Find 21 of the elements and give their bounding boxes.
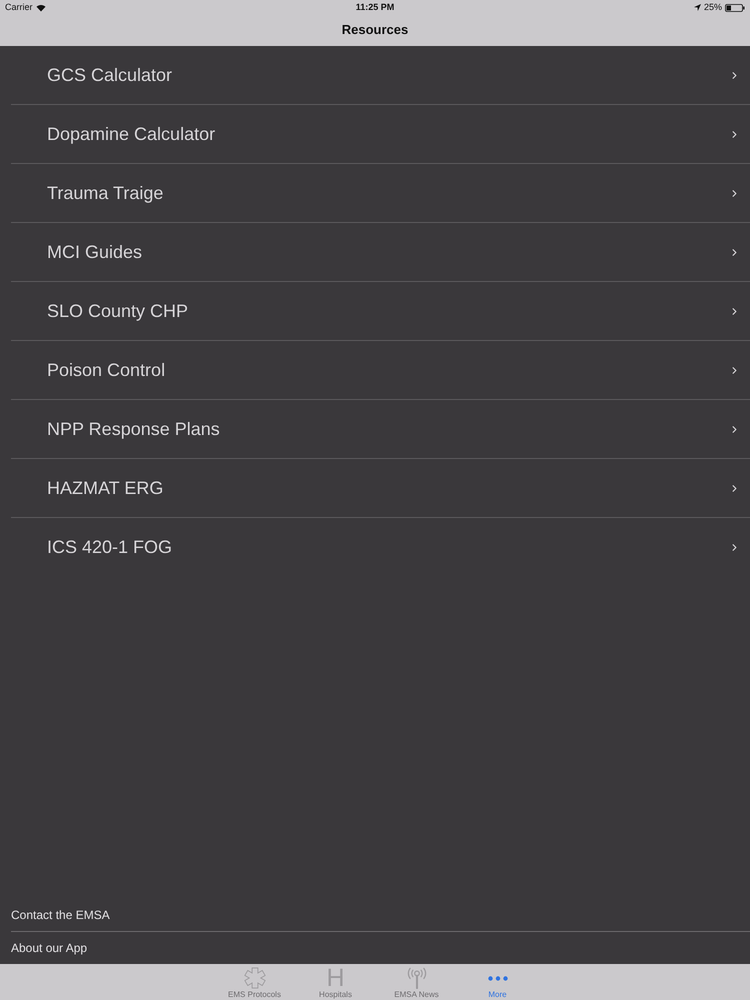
location-arrow-icon [694, 4, 701, 11]
resource-list-item[interactable]: MCI Guides [11, 223, 750, 281]
clock-time: 11:25 PM [356, 0, 394, 14]
more-dots-icon [488, 976, 508, 980]
resource-list-item[interactable]: ICS 420-1 FOG [11, 518, 750, 576]
carrier-label: Carrier [5, 0, 33, 14]
resource-list-item[interactable]: GCS Calculator [11, 46, 750, 104]
battery-icon [725, 4, 745, 12]
resource-list-item[interactable]: Poison Control [11, 341, 750, 399]
resource-list-item[interactable]: SLO County CHP [11, 282, 750, 340]
wifi-icon [36, 4, 46, 12]
resource-list-item[interactable]: Trauma Traige [11, 164, 750, 222]
resource-list-item[interactable]: Dopamine Calculator [11, 105, 750, 163]
antenna-icon [406, 967, 428, 989]
star-of-life-icon [244, 967, 266, 989]
footer-link[interactable]: About our App [11, 932, 750, 964]
battery-percent: 25% [704, 0, 722, 14]
footer-link[interactable]: Contact the EMSA [11, 899, 750, 931]
screen-title: Resources [342, 21, 408, 40]
resource-list-item[interactable]: HAZMAT ERG [11, 459, 750, 517]
resource-list-item[interactable]: NPP Response Plans [11, 400, 750, 458]
